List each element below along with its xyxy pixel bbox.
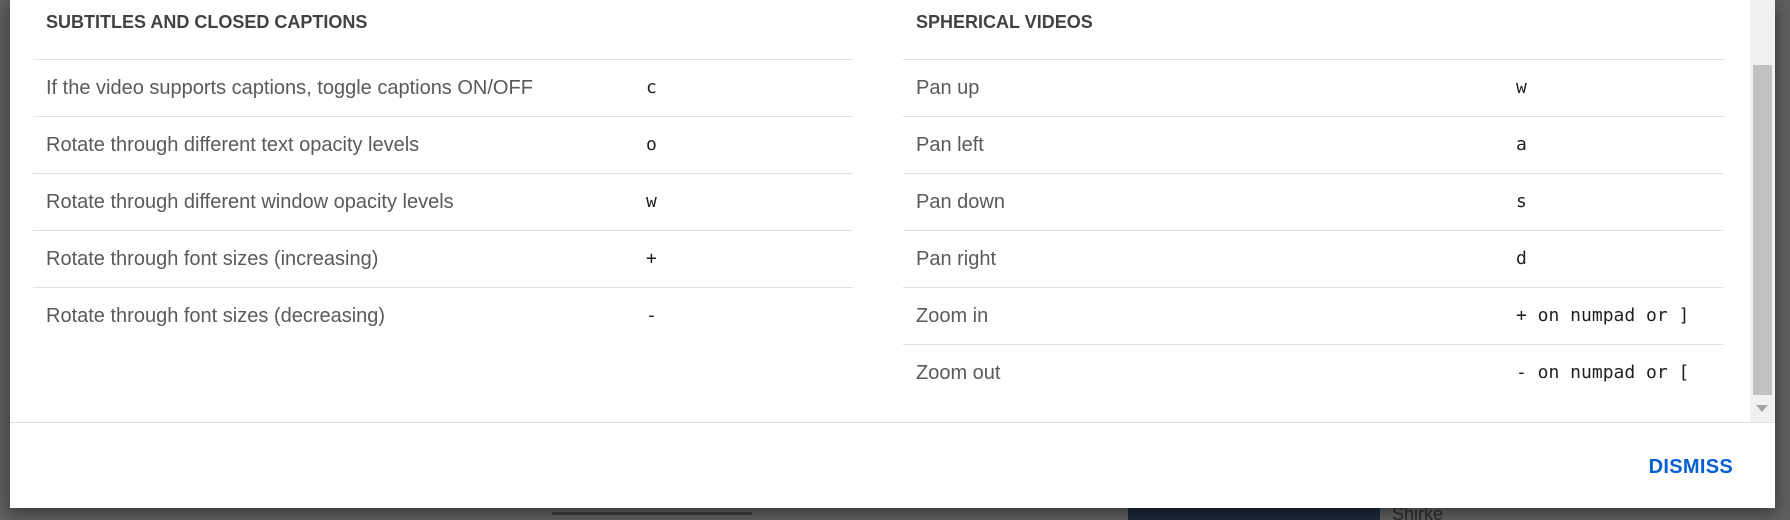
shortcut-description: Zoom out (916, 362, 1001, 384)
dialog-scrollbar[interactable] (1750, 0, 1775, 422)
dialog-footer: DISMISS (10, 422, 1775, 508)
shortcut-key: s (1516, 191, 1527, 212)
shortcut-row: If the video supports captions, toggle c… (33, 60, 853, 117)
shortcut-row: Pan down s (903, 174, 1723, 231)
shortcut-key: - on numpad or [ (1516, 362, 1690, 383)
shortcut-row: Rotate through font sizes (increasing) + (33, 231, 853, 288)
keyboard-shortcuts-dialog: SUBTITLES AND CLOSED CAPTIONS If the vid… (10, 0, 1775, 508)
shortcut-description: Pan up (916, 77, 980, 99)
shortcut-description: If the video supports captions, toggle c… (46, 77, 533, 99)
shortcut-row: Zoom out - on numpad or [ (903, 345, 1723, 402)
shortcut-row: Rotate through font sizes (decreasing) - (33, 288, 853, 345)
background-progress-bar (552, 512, 752, 515)
shortcut-key: w (646, 191, 657, 212)
shortcut-key: + on numpad or ] (1516, 305, 1690, 326)
scrollbar-thumb[interactable] (1753, 65, 1772, 395)
spherical-videos-section: SPHERICAL VIDEOS Pan up w Pan left a Pan… (903, 0, 1723, 402)
scroll-down-arrow-icon[interactable] (1756, 405, 1768, 412)
shortcut-row: Pan right d (903, 231, 1723, 288)
shortcut-key: d (1516, 248, 1527, 269)
shortcut-key: + (646, 248, 657, 269)
shortcut-description: Zoom in (916, 305, 989, 327)
shortcut-description: Rotate through font sizes (increasing) (46, 248, 379, 270)
shortcut-key: o (646, 134, 657, 155)
shortcut-key: w (1516, 77, 1527, 98)
shortcut-description: Pan down (916, 191, 1005, 213)
shortcut-description: Pan right (916, 248, 997, 270)
shortcut-key: - (646, 305, 657, 326)
shortcut-row: Pan left a (903, 117, 1723, 174)
shortcut-row: Rotate through different window opacity … (33, 174, 853, 231)
shortcut-description: Pan left (916, 134, 984, 156)
shortcut-row: Rotate through different text opacity le… (33, 117, 853, 174)
shortcut-description: Rotate through font sizes (decreasing) (46, 305, 386, 327)
dialog-content: SUBTITLES AND CLOSED CAPTIONS If the vid… (10, 0, 1750, 422)
shortcut-row: Zoom in + on numpad or ] (903, 288, 1723, 345)
shortcut-description: Rotate through different text opacity le… (46, 134, 420, 156)
shortcut-description: Rotate through different window opacity … (46, 191, 454, 213)
shortcut-row: Pan up w (903, 60, 1723, 117)
shortcut-key: a (1516, 134, 1527, 155)
section-title-captions: SUBTITLES AND CLOSED CAPTIONS (33, 0, 853, 60)
shortcut-key: c (646, 77, 657, 98)
section-title-spherical: SPHERICAL VIDEOS (903, 0, 1723, 60)
dismiss-button[interactable]: DISMISS (1637, 447, 1745, 487)
captions-section: SUBTITLES AND CLOSED CAPTIONS If the vid… (33, 0, 853, 345)
